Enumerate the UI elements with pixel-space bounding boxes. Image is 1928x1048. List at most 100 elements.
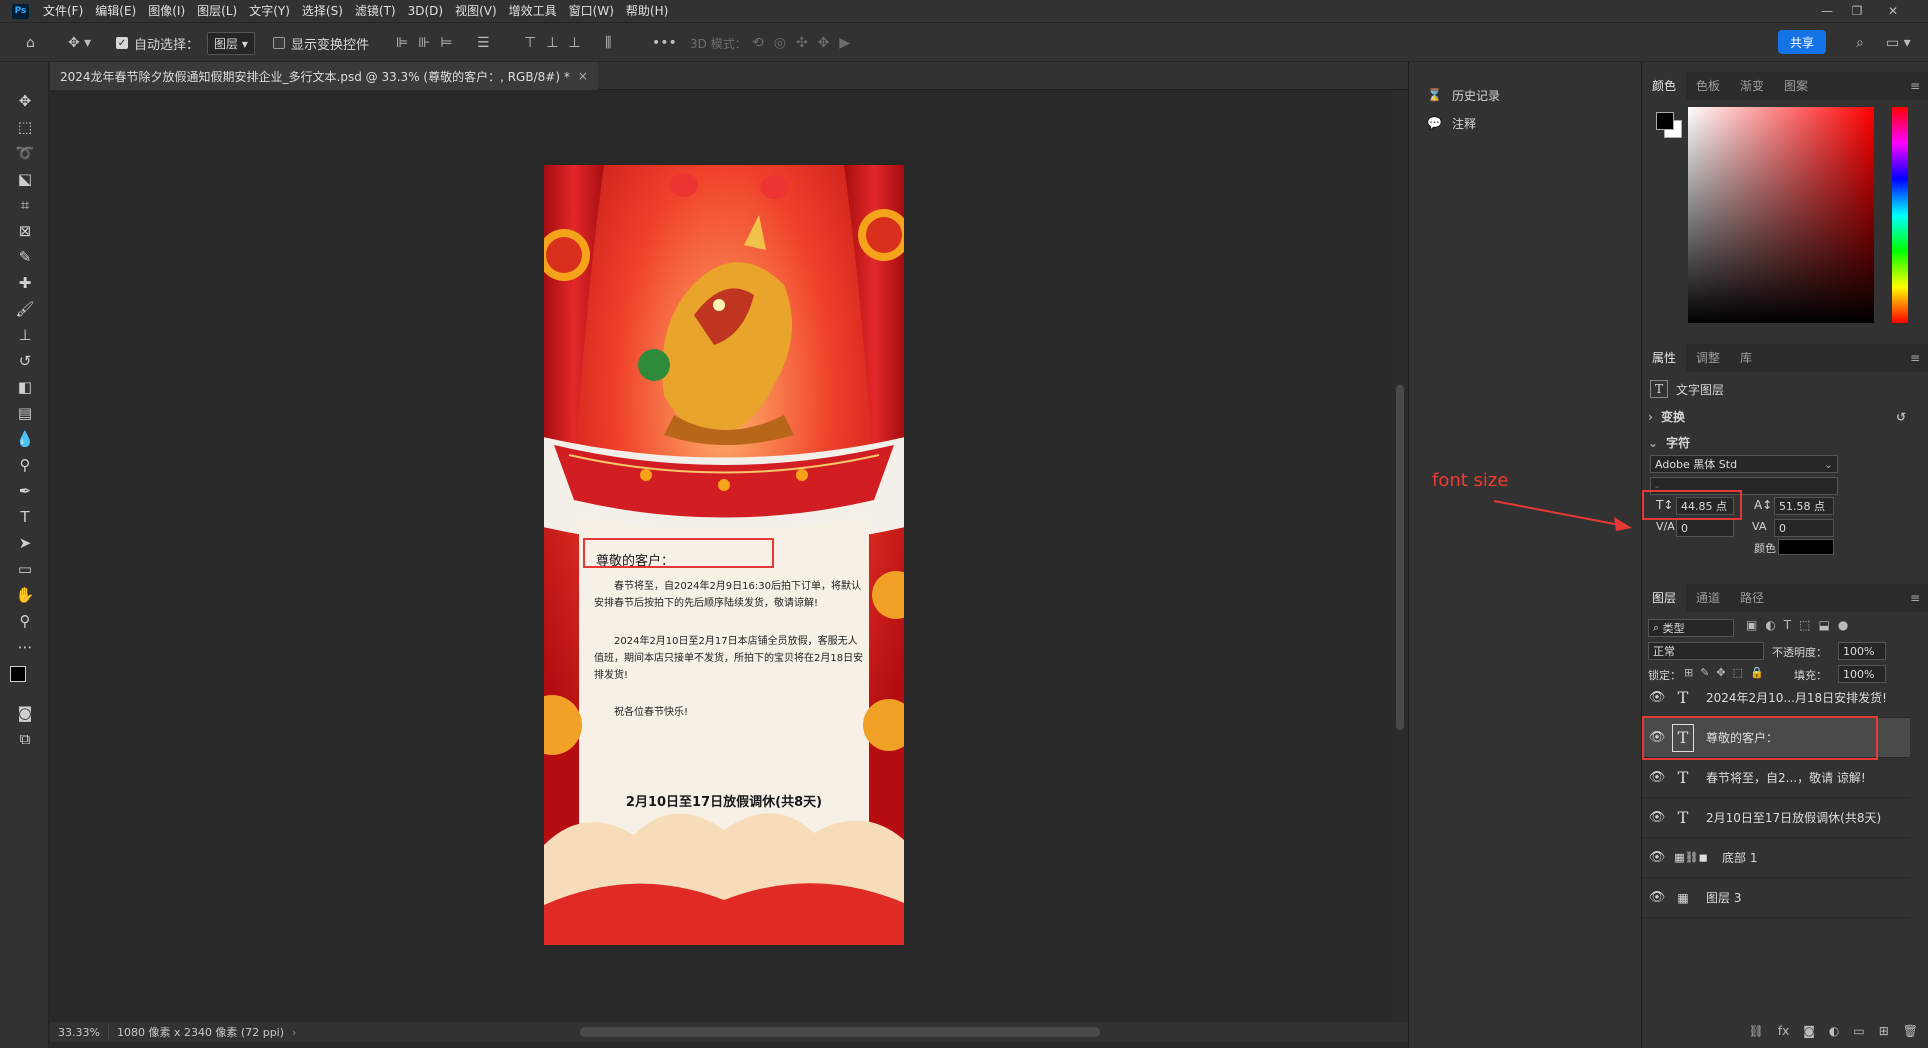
blend-mode-select[interactable]: 正常	[1648, 642, 1764, 660]
tab-adjustments[interactable]: 调整	[1686, 344, 1730, 372]
foreground-swatch[interactable]	[1656, 112, 1674, 130]
tab-libraries[interactable]: 库	[1730, 344, 1762, 372]
dodge-tool-icon[interactable]: ⚲	[14, 454, 36, 476]
new-layer-icon[interactable]: ⊞	[1879, 1024, 1889, 1044]
scroll-thumb[interactable]	[1396, 385, 1404, 730]
menu-window[interactable]: 窗口(W)	[563, 0, 620, 22]
menu-image[interactable]: 图像(I)	[142, 0, 191, 22]
panel-menu-icon[interactable]: ≡	[1910, 591, 1920, 605]
menu-type[interactable]: 文字(Y)	[243, 0, 296, 22]
tab-layers[interactable]: 图层	[1642, 584, 1687, 612]
frame-tool-icon[interactable]: ⊠	[14, 220, 36, 242]
menu-layer[interactable]: 图层(L)	[191, 0, 243, 22]
share-button[interactable]: 共享	[1778, 30, 1826, 54]
healing-brush-icon[interactable]: ✚	[14, 272, 36, 294]
rectangle-tool-icon[interactable]: ▭	[14, 558, 36, 580]
auto-select-checkbox[interactable]: ✓ 自动选择：	[116, 23, 199, 63]
adjustment-icon[interactable]: ◐	[1829, 1024, 1839, 1044]
layer-filter-select[interactable]: ⌕ 类型	[1648, 619, 1734, 637]
crop-tool-icon[interactable]: ⌗	[14, 194, 36, 216]
layer-row[interactable]: 👁 ▦ 图层 3	[1642, 878, 1910, 918]
tracking-field[interactable]: 0	[1774, 519, 1834, 537]
fx-icon[interactable]: fx	[1778, 1024, 1789, 1044]
object-select-icon[interactable]: ⬕	[14, 168, 36, 190]
close-window-icon[interactable]: ✕	[1878, 0, 1908, 22]
tab-patterns[interactable]: 图案	[1774, 72, 1818, 100]
kerning-field[interactable]: 0	[1676, 519, 1734, 537]
chevron-right-icon[interactable]: ›	[292, 1026, 296, 1039]
more-tools-icon[interactable]: ⋯	[14, 636, 36, 658]
color-picker-field[interactable]	[1688, 107, 1874, 323]
document-tab[interactable]: 2024龙年春节除夕放假通知假期安排企业_多行文本.psd @ 33.3% (尊…	[50, 62, 598, 90]
layers-footer-icons[interactable]: ⛓ fx ◙ ◐ ▭ ⊞ 🗑	[1656, 1024, 1918, 1044]
layer-row[interactable]: 👁 T 2024年2月10...月18日安排发货!	[1642, 678, 1910, 718]
menu-filter[interactable]: 滤镜(T)	[349, 0, 402, 22]
move-tool-options-icon[interactable]: ✥ ▾	[68, 23, 91, 63]
opacity-field[interactable]: 100%	[1838, 642, 1886, 660]
align-icons[interactable]: ⊫⊪⊨ ☰	[396, 23, 500, 63]
eye-icon[interactable]: 👁	[1642, 810, 1672, 825]
layer-filter-icons[interactable]: ▣◐T⬚⬓●	[1746, 618, 1856, 632]
zoom-level[interactable]: 33.33%	[50, 1026, 108, 1039]
layer-row[interactable]: 👁 ▦⛓◼ 底部 1	[1642, 838, 1910, 878]
tab-channels[interactable]: 通道	[1686, 584, 1730, 612]
tab-paths[interactable]: 路径	[1730, 584, 1774, 612]
eye-icon[interactable]: 👁	[1642, 850, 1672, 865]
workspace-icon[interactable]: ▭ ▾	[1886, 23, 1911, 63]
tab-color[interactable]: 颜色	[1642, 72, 1687, 100]
reset-icon[interactable]: ↺	[1896, 410, 1906, 424]
quick-mask-icon[interactable]: ◙	[14, 702, 36, 724]
home-icon[interactable]: ⌂	[26, 23, 35, 63]
comments-panel-item[interactable]: 💬 注释	[1427, 112, 1476, 134]
stamp-tool-icon[interactable]: ⊥	[14, 324, 36, 346]
eraser-tool-icon[interactable]: ◧	[14, 376, 36, 398]
tab-gradients[interactable]: 渐变	[1730, 72, 1774, 100]
menu-edit[interactable]: 编辑(E)	[89, 0, 142, 22]
eye-icon[interactable]: 👁	[1642, 770, 1672, 785]
tab-swatches[interactable]: 色板	[1686, 72, 1730, 100]
link-icon[interactable]: ⛓	[1749, 1024, 1764, 1044]
menu-help[interactable]: 帮助(H)	[620, 0, 674, 22]
leading-field[interactable]: 51.58 点	[1774, 497, 1834, 515]
font-family-select[interactable]: Adobe 黑体 Std ⌄	[1650, 455, 1838, 473]
layer-row[interactable]: 👁 T 2月10日至17日放假调休(共8天)	[1642, 798, 1910, 838]
folder-icon[interactable]: ▭	[1853, 1024, 1864, 1044]
distribute-icons[interactable]: ⊤⊥⊥ ⫼	[524, 23, 621, 63]
type-tool-icon[interactable]: T	[14, 506, 36, 528]
pen-tool-icon[interactable]: ✒	[14, 480, 36, 502]
layer-group-select[interactable]: 图层 ▾	[207, 31, 255, 55]
hand-tool-icon[interactable]: ✋	[14, 584, 36, 606]
mask-icon[interactable]: ◙	[1803, 1024, 1815, 1044]
document-dimensions[interactable]: 1080 像素 x 2340 像素 (72 ppi)	[107, 1024, 292, 1040]
minimize-icon[interactable]: —	[1812, 0, 1842, 22]
transform-section[interactable]: › 变换 ↺	[1648, 408, 1918, 425]
menu-select[interactable]: 选择(S)	[296, 0, 349, 22]
horizontal-scroll-thumb[interactable]	[580, 1027, 1100, 1037]
vertical-scrollbar[interactable]	[1392, 90, 1408, 1022]
menu-3d[interactable]: 3D(D)	[402, 0, 449, 22]
trash-icon[interactable]: 🗑	[1903, 1024, 1918, 1044]
screen-mode-icon[interactable]: ⧉	[14, 728, 36, 750]
brush-tool-icon[interactable]: 🖌	[14, 298, 36, 320]
eyedropper-icon[interactable]: ✎	[14, 246, 36, 268]
show-transform-checkbox[interactable]: 显示变换控件	[273, 23, 369, 63]
eye-icon[interactable]: 👁	[1642, 690, 1672, 705]
restore-icon[interactable]: ❐	[1842, 0, 1872, 22]
hue-slider[interactable]	[1892, 107, 1908, 323]
menu-view[interactable]: 视图(V)	[449, 0, 503, 22]
history-panel-item[interactable]: ⌛ 历史记录	[1427, 84, 1500, 106]
move-tool-icon[interactable]: ✥	[14, 90, 36, 112]
foreground-color-swatch[interactable]	[10, 666, 26, 682]
search-icon[interactable]: ⌕	[1856, 23, 1864, 63]
more-options-icon[interactable]: •••	[652, 23, 677, 63]
history-brush-icon[interactable]: ↺	[14, 350, 36, 372]
close-tab-icon[interactable]: ×	[578, 69, 588, 83]
path-select-icon[interactable]: ➤	[14, 532, 36, 554]
menu-plugins[interactable]: 增效工具	[503, 0, 563, 22]
character-section[interactable]: ⌄ 字符	[1648, 434, 1690, 451]
lasso-tool-icon[interactable]: ➰	[14, 142, 36, 164]
panel-menu-icon[interactable]: ≡	[1910, 351, 1920, 365]
menu-file[interactable]: 文件(F)	[37, 0, 89, 22]
blur-tool-icon[interactable]: 💧	[14, 428, 36, 450]
text-color-swatch[interactable]	[1778, 539, 1834, 555]
